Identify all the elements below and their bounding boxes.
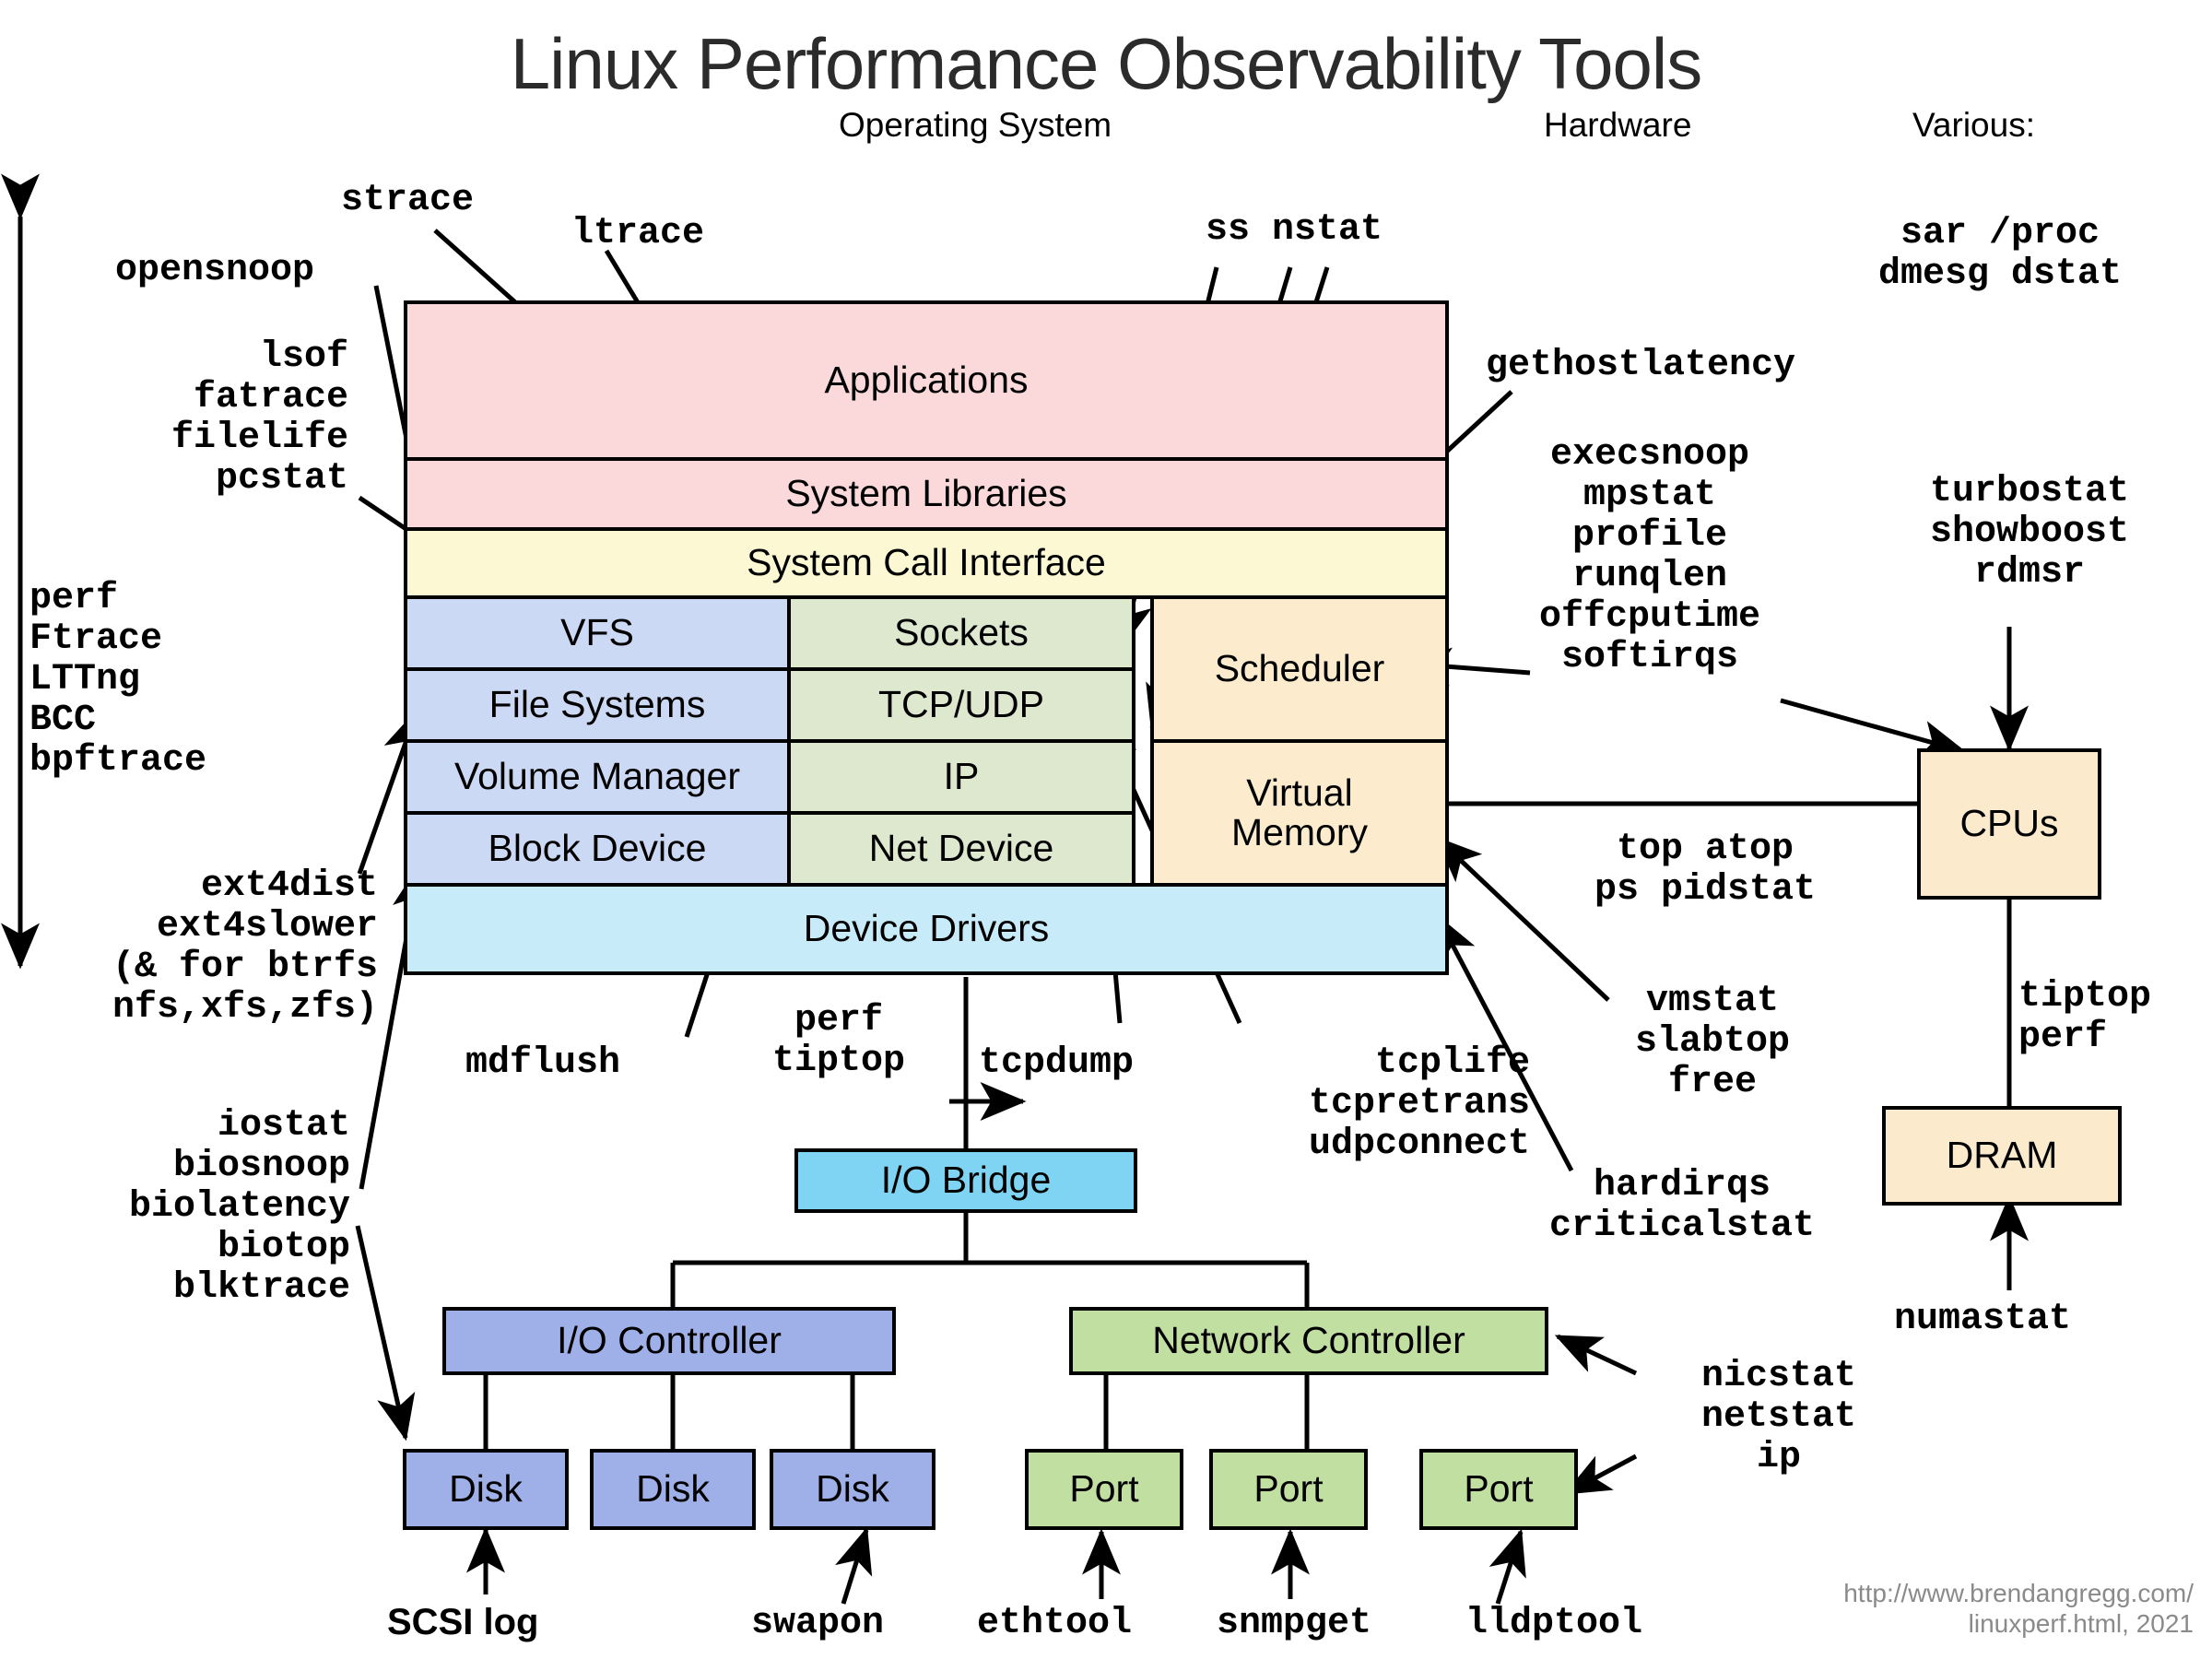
label-cpu-group: execsnoop mpstat profile runqlen offcput… xyxy=(1538,434,1761,678)
box-disk-3: Disk xyxy=(770,1449,935,1530)
label-ethtool: ethtool xyxy=(977,1603,1133,1644)
box-device-drivers: Device Drivers xyxy=(404,883,1449,975)
box-net-device: Net Device xyxy=(787,811,1135,887)
label-opensnoop: opensnoop xyxy=(115,250,315,291)
label-scsi-log: SCSI log xyxy=(387,1602,539,1642)
box-port-1: Port xyxy=(1025,1449,1183,1530)
label-numastat: numastat xyxy=(1894,1299,2072,1340)
box-block-device: Block Device xyxy=(404,811,791,887)
caption-hardware: Hardware xyxy=(1544,106,1692,144)
box-virtual-memory: Virtual Memory xyxy=(1150,739,1449,887)
box-disk-1: Disk xyxy=(403,1449,569,1530)
box-scheduler: Scheduler xyxy=(1150,595,1449,743)
label-various-list: sar /proc dmesg dstat xyxy=(1877,213,2123,295)
box-io-bridge: I/O Bridge xyxy=(794,1148,1137,1213)
label-ltrace: ltrace xyxy=(571,213,705,254)
label-tcpdump: tcpdump xyxy=(979,1042,1135,1084)
label-swapon: swapon xyxy=(751,1603,885,1644)
box-tcp-udp: TCP/UDP xyxy=(787,667,1135,743)
label-perf-tiptop: perf tiptop xyxy=(771,1000,906,1082)
box-volume-manager: Volume Manager xyxy=(404,739,791,815)
caption-operating-system: Operating System xyxy=(839,106,1112,144)
page-title: Linux Performance Observability Tools xyxy=(510,23,1703,104)
box-network-controller: Network Controller xyxy=(1069,1307,1548,1375)
credit-url: http://www.brendangregg.com/ linuxperf.h… xyxy=(1843,1579,2194,1639)
label-top-group: top atop ps pidstat xyxy=(1594,829,1817,911)
label-nicstat-group: nicstat netstat ip xyxy=(1700,1356,1857,1478)
label-snmpget: snmpget xyxy=(1217,1603,1372,1644)
label-gethostlatency: gethostlatency xyxy=(1486,345,1796,386)
label-ext4-group: ext4dist ext4slower (& for btrfs nfs,xfs… xyxy=(112,865,378,1029)
box-file-systems: File Systems xyxy=(404,667,791,743)
box-system-call-interface: System Call Interface xyxy=(404,527,1449,599)
box-applications: Applications xyxy=(404,300,1449,461)
caption-various: Various: xyxy=(1912,106,2035,144)
label-strace: strace xyxy=(341,180,475,221)
box-io-controller: I/O Controller xyxy=(442,1307,896,1375)
label-mdflush: mdflush xyxy=(465,1042,621,1084)
box-sockets: Sockets xyxy=(787,595,1135,671)
label-ss-nstat: ss nstat xyxy=(1206,209,1383,251)
box-cpus: CPUs xyxy=(1917,748,2101,900)
box-vfs: VFS xyxy=(404,595,791,671)
label-turbostat-group: turbostat showboost rdmsr xyxy=(1929,471,2130,594)
box-disk-2: Disk xyxy=(590,1449,756,1530)
box-system-libraries: System Libraries xyxy=(404,457,1449,531)
label-tcp-group: tcplife tcpretrans udpconnect xyxy=(1308,1042,1530,1165)
box-dram: DRAM xyxy=(1882,1106,2122,1206)
label-hardirqs-group: hardirqs criticalstat xyxy=(1548,1165,1816,1247)
label-lsof-group: lsof fatrace filelife pcstat xyxy=(171,336,348,500)
label-tiptop-perf: tiptop perf xyxy=(2018,976,2152,1058)
label-lldptool: lldptool xyxy=(1465,1603,1643,1644)
box-port-2: Port xyxy=(1209,1449,1368,1530)
label-io-group: iostat biosnoop biolatency biotop blktra… xyxy=(128,1105,350,1309)
label-vmstat-group: vmstat slabtop free xyxy=(1634,981,1791,1103)
label-tracers-group: perf Ftrace LTTng BCC bpftrace xyxy=(29,578,207,782)
box-port-3: Port xyxy=(1419,1449,1578,1530)
box-ip: IP xyxy=(787,739,1135,815)
